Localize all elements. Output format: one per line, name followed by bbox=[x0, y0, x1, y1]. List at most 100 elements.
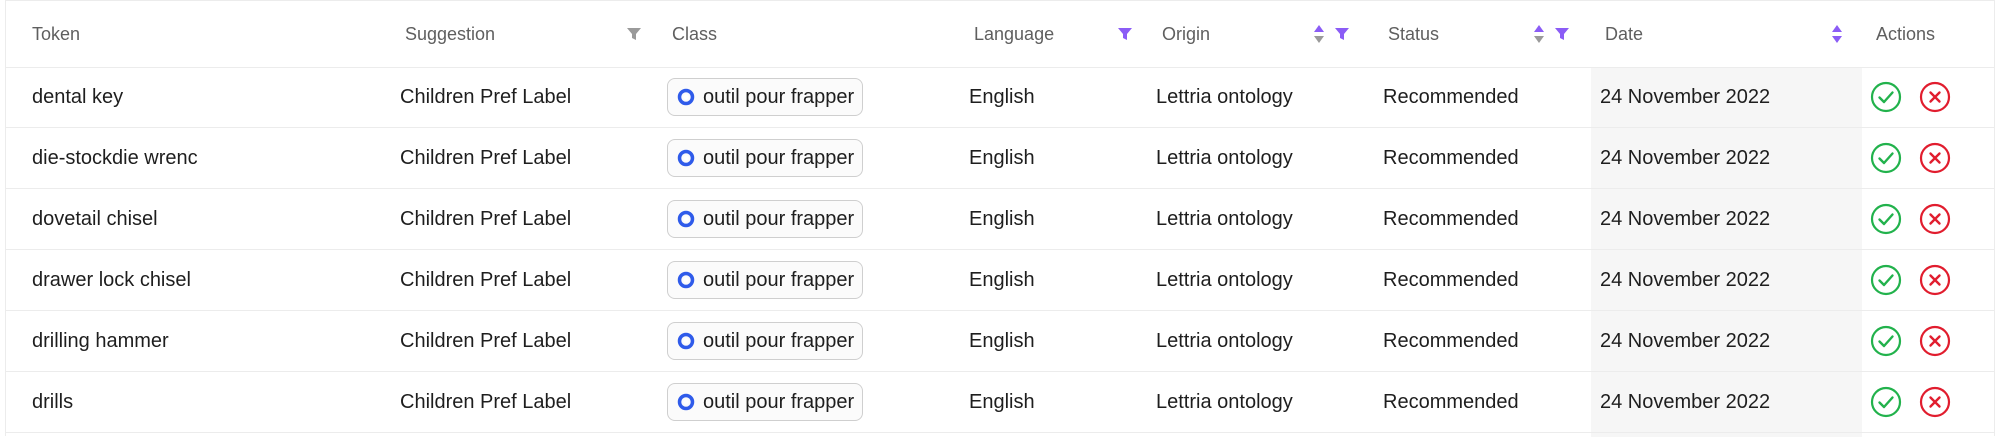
filter-icon[interactable] bbox=[626, 26, 642, 42]
status-cell: Recommended bbox=[1383, 207, 1519, 230]
table-row: drilling hammer Children Pref Label outi… bbox=[6, 311, 1994, 372]
suggestion-column-controls bbox=[626, 1, 642, 67]
column-header-actions: Actions bbox=[1876, 23, 1936, 44]
date-cell: 24 November 2022 bbox=[1600, 207, 1771, 230]
token-cell: dovetail chisel bbox=[32, 207, 158, 230]
language-column-controls bbox=[1117, 1, 1133, 67]
check-circle-icon[interactable] bbox=[1870, 203, 1902, 235]
status-cell: Recommended bbox=[1383, 329, 1519, 352]
table-row: die-stockdie wrenc Children Pref Label o… bbox=[6, 128, 1994, 189]
suggestion-cell: Children Pref Label bbox=[400, 207, 572, 230]
language-cell: English bbox=[969, 146, 1035, 169]
class-chip-label: outil pour frapper bbox=[703, 329, 855, 352]
class-chip-label: outil pour frapper bbox=[703, 268, 855, 291]
suggestion-cell: Children Pref Label bbox=[400, 146, 572, 169]
row-actions bbox=[1870, 250, 1951, 310]
check-circle-icon[interactable] bbox=[1870, 264, 1902, 296]
column-header-language[interactable]: Language bbox=[974, 1, 1054, 67]
suggestion-cell: Children Pref Label bbox=[400, 329, 572, 352]
class-cell: outil pour frapper bbox=[667, 311, 864, 371]
radio-dot-icon bbox=[677, 88, 695, 106]
suggestion-cell: Children Pref Label bbox=[400, 268, 572, 291]
origin-cell: Lettria ontology bbox=[1156, 390, 1293, 413]
class-chip[interactable]: outil pour frapper bbox=[667, 78, 864, 116]
suggestion-cell: Children Pref Label bbox=[400, 390, 572, 413]
language-cell: English bbox=[969, 207, 1035, 230]
status-cell: Recommended bbox=[1383, 85, 1519, 108]
language-cell: English bbox=[969, 268, 1035, 291]
origin-cell: Lettria ontology bbox=[1156, 146, 1293, 169]
table-row: dental key Children Pref Label outil pou… bbox=[6, 67, 1994, 128]
class-cell: outil pour frapper bbox=[667, 189, 864, 249]
class-chip[interactable]: outil pour frapper bbox=[667, 200, 864, 238]
column-header-suggestion[interactable]: Suggestion bbox=[405, 1, 495, 67]
row-actions bbox=[1870, 372, 1951, 432]
date-cell: 24 November 2022 bbox=[1600, 85, 1771, 108]
class-chip[interactable]: outil pour frapper bbox=[667, 139, 864, 177]
class-chip-label: outil pour frapper bbox=[703, 207, 855, 230]
date-column-controls bbox=[1830, 1, 1844, 67]
origin-column-controls bbox=[1312, 1, 1350, 67]
radio-dot-icon bbox=[677, 149, 695, 167]
date-cell: 24 November 2022 bbox=[1600, 329, 1771, 352]
table-row: dovetail chisel Children Pref Label outi… bbox=[6, 189, 1994, 250]
class-chip[interactable]: outil pour frapper bbox=[667, 322, 864, 360]
class-cell: outil pour frapper bbox=[667, 372, 864, 432]
sort-icon[interactable] bbox=[1830, 23, 1844, 45]
class-chip-label: outil pour frapper bbox=[703, 85, 855, 108]
origin-cell: Lettria ontology bbox=[1156, 329, 1293, 352]
class-chip[interactable]: outil pour frapper bbox=[667, 261, 864, 299]
status-cell: Recommended bbox=[1383, 390, 1519, 413]
token-cell: drawer lock chisel bbox=[32, 268, 191, 291]
filter-icon[interactable] bbox=[1117, 26, 1133, 42]
origin-cell: Lettria ontology bbox=[1156, 85, 1293, 108]
column-header-date[interactable]: Date bbox=[1605, 1, 1643, 67]
x-circle-icon[interactable] bbox=[1919, 203, 1951, 235]
x-circle-icon[interactable] bbox=[1919, 386, 1951, 418]
radio-dot-icon bbox=[677, 271, 695, 289]
x-circle-icon[interactable] bbox=[1919, 264, 1951, 296]
x-circle-icon[interactable] bbox=[1919, 325, 1951, 357]
token-cell: die-stockdie wrenc bbox=[32, 146, 198, 169]
token-cell: drills bbox=[32, 390, 74, 413]
radio-dot-icon bbox=[677, 393, 695, 411]
column-header-status[interactable]: Status bbox=[1388, 1, 1439, 67]
class-chip-label: outil pour frapper bbox=[703, 146, 855, 169]
language-cell: English bbox=[969, 390, 1035, 413]
column-header-origin[interactable]: Origin bbox=[1162, 1, 1210, 67]
status-cell: Recommended bbox=[1383, 268, 1519, 291]
check-circle-icon[interactable] bbox=[1870, 325, 1902, 357]
date-cell: 24 November 2022 bbox=[1600, 268, 1771, 291]
check-circle-icon[interactable] bbox=[1870, 81, 1902, 113]
date-cell: 24 November 2022 bbox=[1600, 390, 1771, 413]
x-circle-icon[interactable] bbox=[1919, 81, 1951, 113]
class-chip[interactable]: outil pour frapper bbox=[667, 383, 864, 421]
check-circle-icon[interactable] bbox=[1870, 142, 1902, 174]
date-cell: 24 November 2022 bbox=[1600, 146, 1771, 169]
table-row: drills Children Pref Label outil pour fr… bbox=[6, 372, 1994, 433]
column-header-token[interactable]: Token bbox=[32, 1, 80, 67]
token-cell: dental key bbox=[32, 85, 124, 108]
table-row: drawer lock chisel Children Pref Label o… bbox=[6, 250, 1994, 311]
origin-cell: Lettria ontology bbox=[1156, 268, 1293, 291]
row-actions bbox=[1870, 128, 1951, 188]
x-circle-icon[interactable] bbox=[1919, 142, 1951, 174]
radio-dot-icon bbox=[677, 210, 695, 228]
status-column-controls bbox=[1532, 1, 1570, 67]
row-actions bbox=[1870, 189, 1951, 249]
class-cell: outil pour frapper bbox=[667, 67, 864, 127]
token-cell: drilling hammer bbox=[32, 329, 169, 352]
class-chip-label: outil pour frapper bbox=[703, 390, 855, 413]
class-cell: outil pour frapper bbox=[667, 128, 864, 188]
table-header: Token Suggestion Class Language Origin S… bbox=[6, 1, 1994, 68]
filter-icon[interactable] bbox=[1334, 26, 1350, 42]
row-actions bbox=[1870, 311, 1951, 371]
sort-icon[interactable] bbox=[1312, 23, 1326, 45]
check-circle-icon[interactable] bbox=[1870, 386, 1902, 418]
sort-icon[interactable] bbox=[1532, 23, 1546, 45]
filter-icon[interactable] bbox=[1554, 26, 1570, 42]
column-header-class[interactable]: Class bbox=[672, 1, 717, 67]
language-cell: English bbox=[969, 85, 1035, 108]
row-actions bbox=[1870, 67, 1951, 127]
radio-dot-icon bbox=[677, 332, 695, 350]
